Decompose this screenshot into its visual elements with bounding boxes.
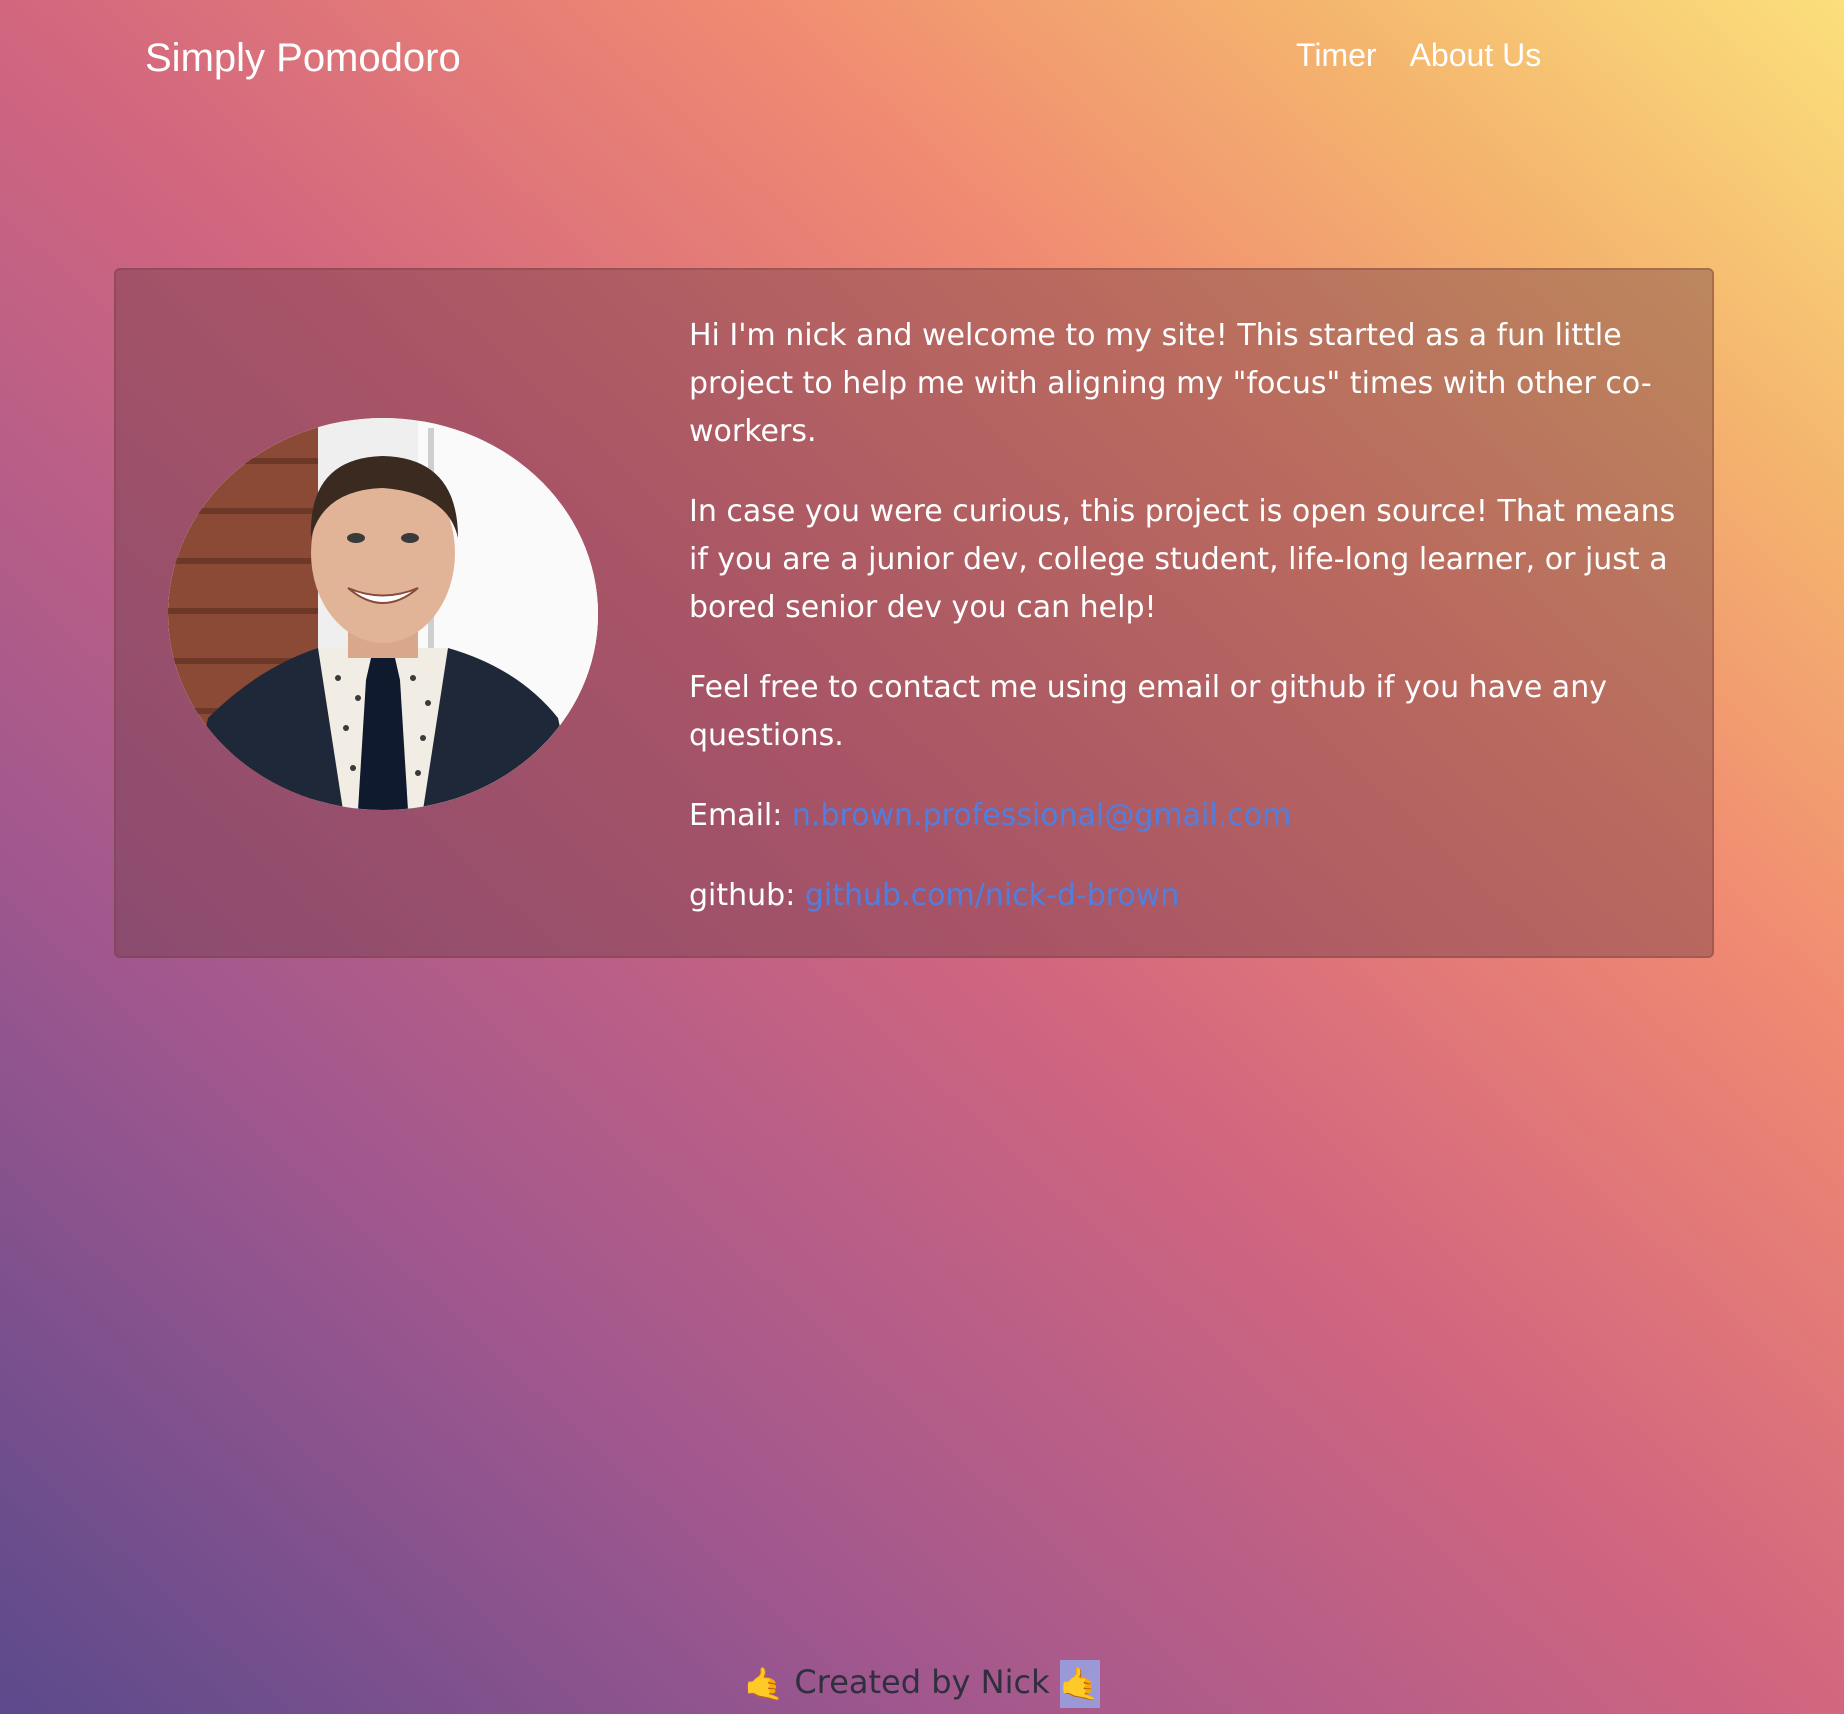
nav-links: Timer About Us [1296, 34, 1541, 76]
about-card: Hi I'm nick and welcome to my site! This… [114, 268, 1714, 958]
open-source-paragraph: In case you were curious, this project i… [689, 494, 1676, 625]
footer-credit: Created by Nick [794, 1663, 1050, 1701]
email-line: Email: n.brown.professional@gmail.com [689, 792, 1689, 840]
contact-paragraph: Feel free to contact me using email or g… [689, 670, 1607, 753]
footer: 🤙 Created by Nick 🤙 [0, 1658, 1844, 1708]
nav-link-about-us[interactable]: About Us [1410, 34, 1542, 76]
profile-photo [168, 418, 598, 810]
intro-paragraph: Hi I'm nick and welcome to my site! This… [689, 318, 1652, 449]
nav-link-timer[interactable]: Timer [1296, 34, 1377, 76]
github-label: github: [689, 878, 796, 913]
github-line: github: github.com/nick-d-brown [689, 872, 1689, 920]
github-link[interactable]: github.com/nick-d-brown [805, 878, 1179, 913]
navbar: Simply Pomodoro Timer About Us [0, 0, 1844, 120]
email-label: Email: [689, 798, 783, 833]
about-text: Hi I'm nick and welcome to my site! This… [689, 312, 1689, 952]
call-me-hand-icon: 🤙 [744, 1665, 785, 1703]
call-me-hand-icon: 🤙 [1059, 1660, 1100, 1708]
brand-link[interactable]: Simply Pomodoro [145, 32, 461, 84]
email-link[interactable]: n.brown.professional@gmail.com [792, 798, 1291, 833]
